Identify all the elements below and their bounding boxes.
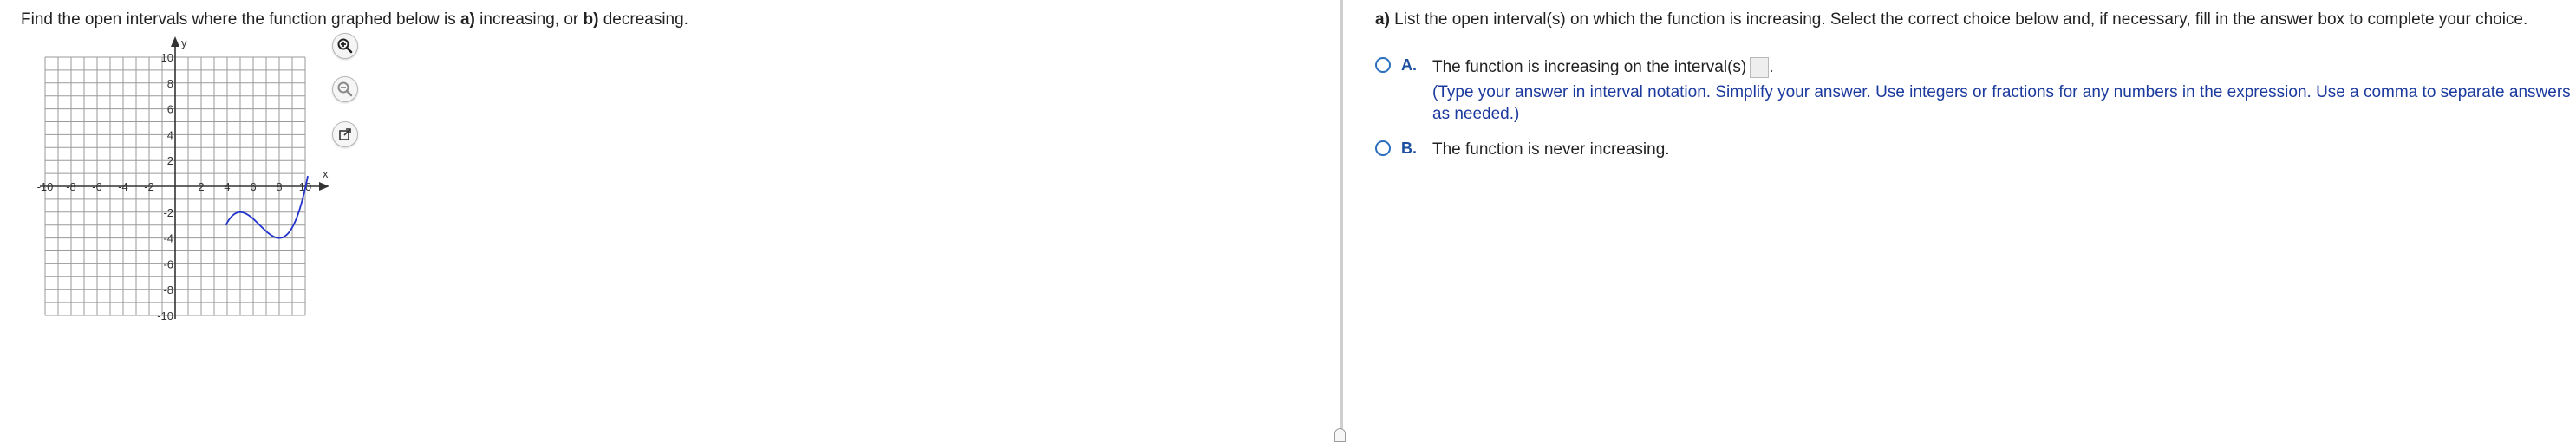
x-tick-label: -8 [66, 180, 76, 193]
part-a-text: List the open interval(s) on which the f… [1389, 10, 2528, 29]
external-link-button[interactable] [332, 121, 358, 147]
y-tick-label: 4 [167, 128, 173, 141]
function-graph: xy-10 -8 -6 -4 -2 2 4 6 8 10108642-2-4-6-8-10 [37, 36, 329, 321]
choice-a-label: The function is increasing on the interv… [1432, 58, 1747, 77]
zoom-out-icon [337, 81, 353, 97]
question-pane: Find the open intervals where the functi… [0, 0, 1340, 442]
answer-input-box[interactable] [1750, 57, 1770, 78]
y-tick-label: 2 [167, 154, 173, 167]
y-tick-label: -4 [163, 232, 173, 245]
question-prompt: Find the open intervals where the functi… [21, 10, 688, 29]
y-axis-label: y [181, 36, 187, 49]
prompt-text: Find the open intervals where the functi… [21, 10, 460, 29]
x-tick-label: 4 [224, 180, 230, 193]
x-tick-label: 8 [276, 180, 282, 193]
external-link-icon [339, 128, 351, 140]
x-tick-label: -6 [92, 180, 102, 193]
pane-divider[interactable] [1340, 0, 1343, 442]
choice-a-letter: A. [1401, 56, 1417, 74]
x-axis-label: x [323, 167, 329, 180]
choice-a-radio[interactable] [1375, 57, 1391, 73]
function-curve [225, 175, 309, 239]
zoom-in-button[interactable] [332, 33, 358, 59]
choice-a-period: . [1769, 58, 1774, 77]
zoom-in-icon [337, 38, 353, 54]
x-axis-arrow [319, 182, 329, 191]
y-tick-label: 8 [167, 77, 173, 90]
y-tick-label: -10 [157, 309, 173, 321]
y-tick-label: 6 [167, 103, 173, 116]
y-tick-label: -2 [163, 206, 173, 219]
choice-b-radio[interactable] [1375, 140, 1391, 156]
zoom-out-button[interactable] [332, 76, 358, 102]
part-a-label: a) [1375, 10, 1390, 29]
choice-b-text: The function is never increasing. [1432, 140, 1670, 159]
y-axis-arrow [171, 36, 179, 47]
x-tick-label: -4 [118, 180, 128, 193]
y-tick-label: 10 [161, 51, 173, 64]
x-tick-label: 2 [198, 180, 204, 193]
prompt-label-b: b) [583, 10, 599, 29]
x-tick-label: 6 [250, 180, 256, 193]
prompt-text-end: decreasing. [598, 10, 688, 29]
part-a-instruction: a) List the open interval(s) on which th… [1375, 10, 2527, 29]
answer-format-hint: (Type your answer in interval notation. … [1432, 83, 2571, 123]
answer-pane: a) List the open interval(s) on which th… [1344, 0, 2576, 442]
choice-b-letter: B. [1401, 140, 1417, 157]
x-tick-label: -10 [37, 180, 54, 193]
prompt-label-a: a) [460, 10, 475, 29]
y-tick-label: -6 [163, 257, 173, 270]
y-tick-label: -8 [163, 283, 173, 296]
choice-a-text: The function is increasing on the interv… [1432, 57, 1774, 78]
x-tick-label: -2 [144, 180, 154, 193]
prompt-text-mid: increasing, or [474, 10, 584, 29]
